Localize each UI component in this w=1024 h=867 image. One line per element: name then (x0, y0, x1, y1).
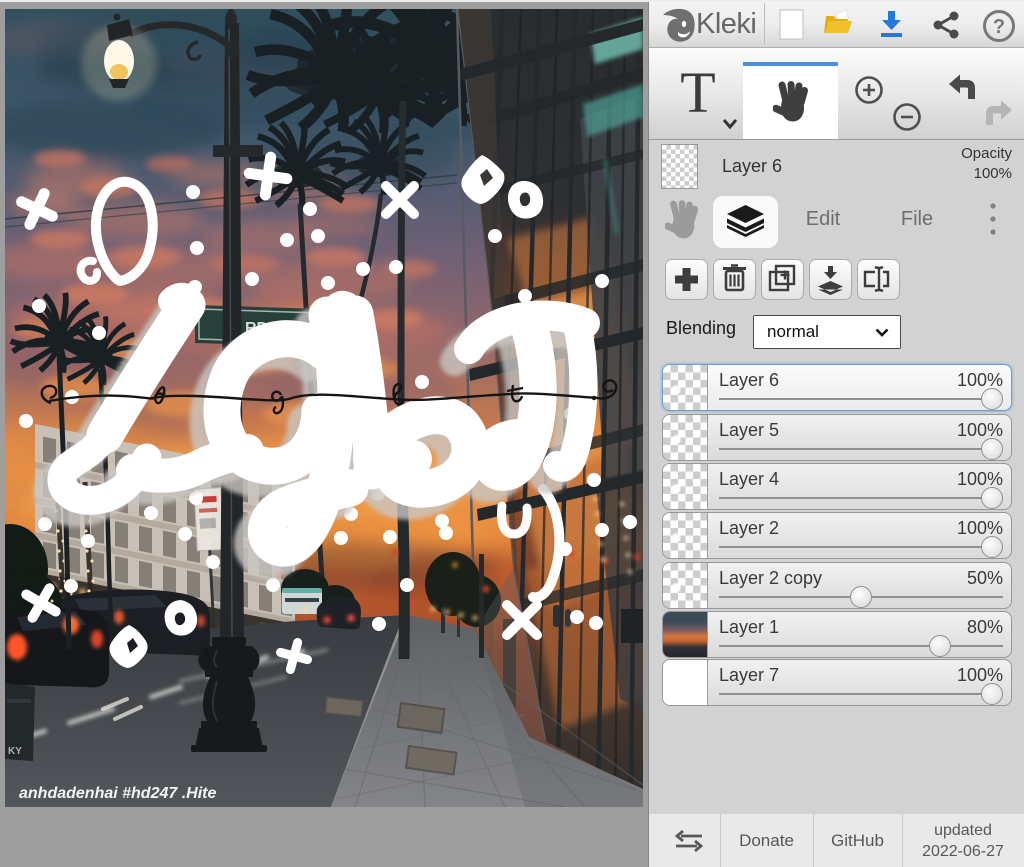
svg-text:?: ? (993, 16, 1005, 38)
svg-text:anhdadenhai #hd247 .Hite: anhdadenhai #hd247 .Hite (19, 785, 216, 802)
svg-text:KY: KY (8, 746, 22, 757)
